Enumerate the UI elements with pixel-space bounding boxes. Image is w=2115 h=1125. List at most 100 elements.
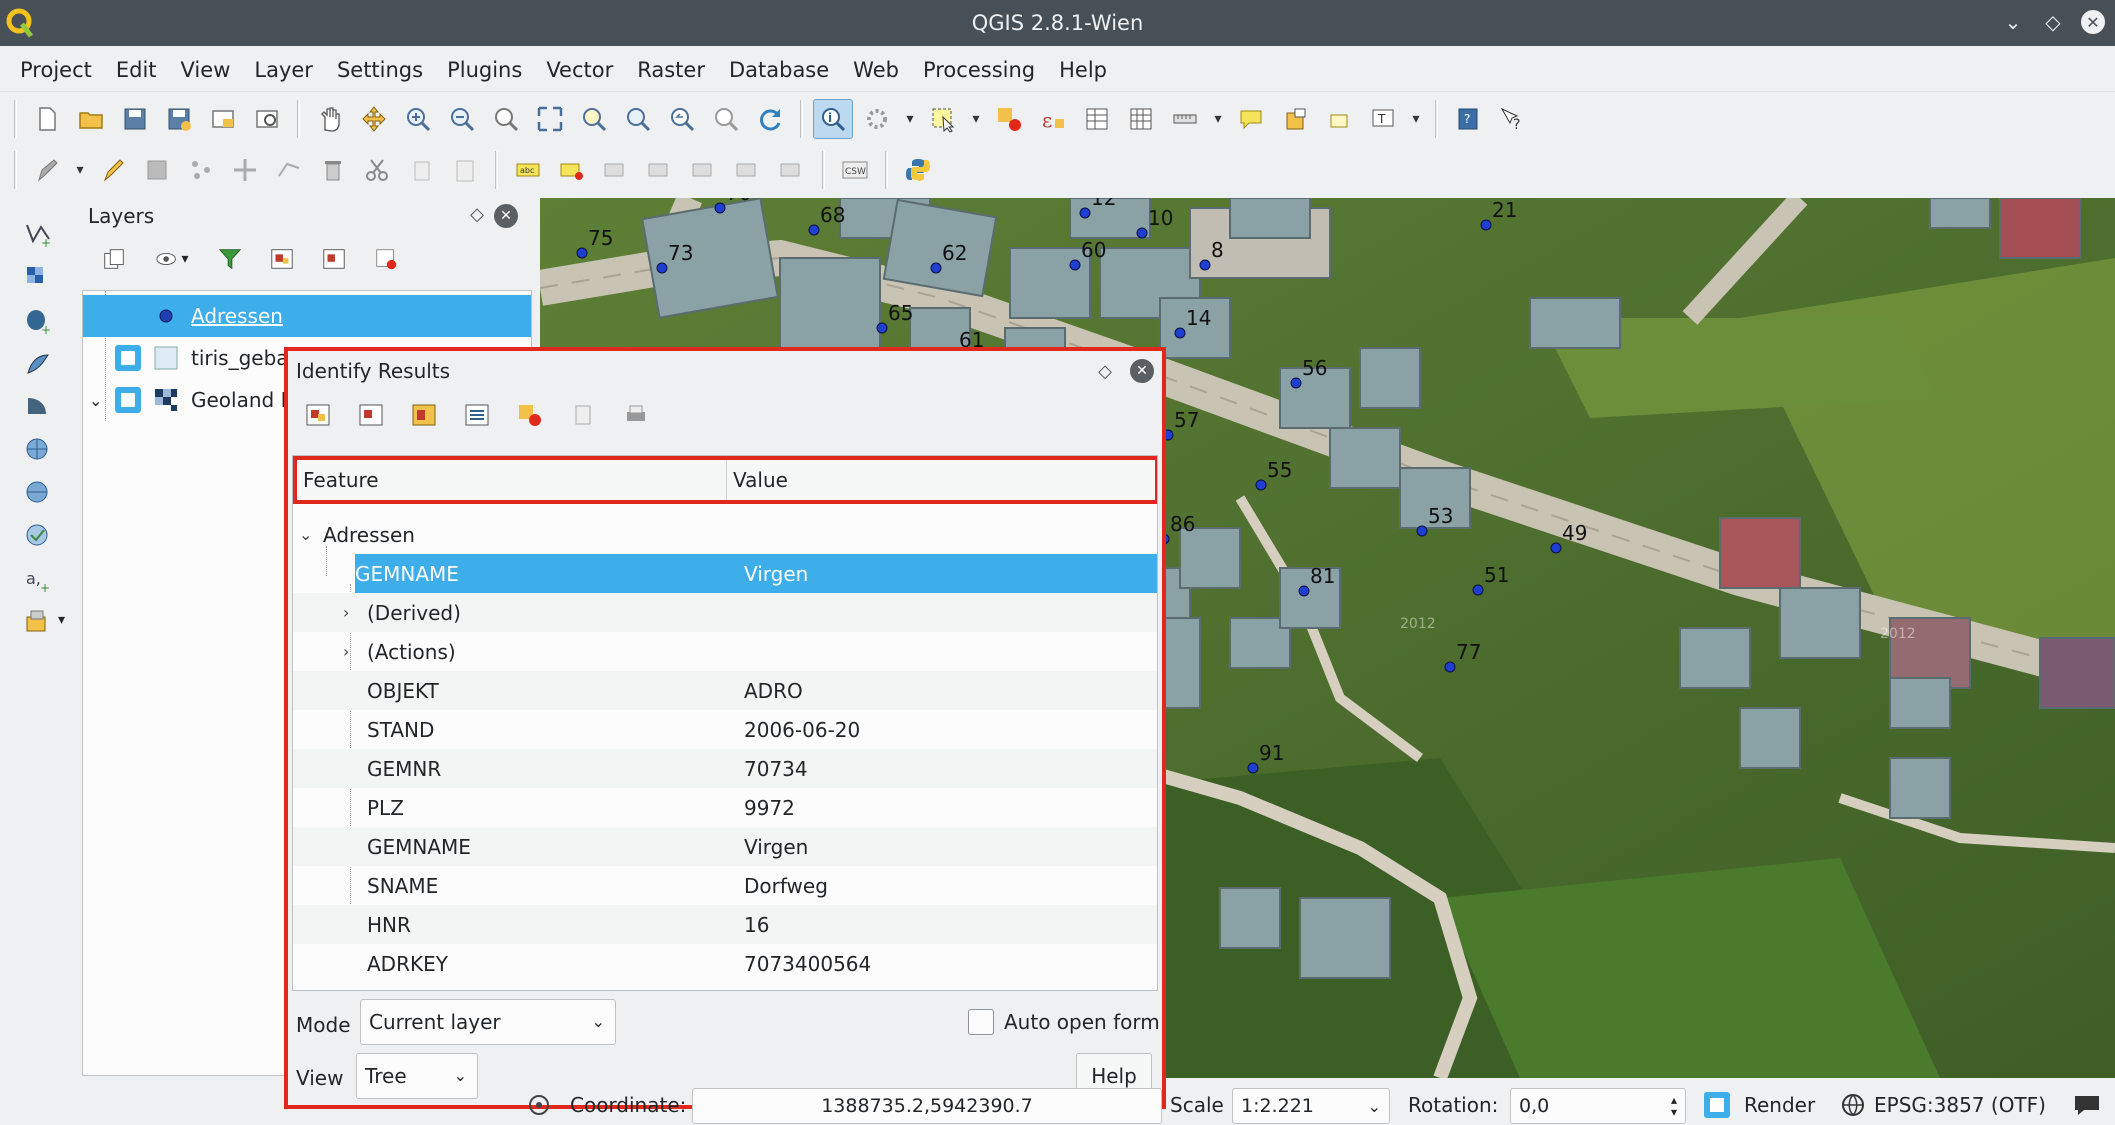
print-icon[interactable] [616,395,656,435]
attribute-row[interactable]: OBJEKT ADRO [293,671,1157,710]
attribute-row[interactable]: ADRKEY 7073400564 [293,944,1157,983]
pin-labels-icon[interactable] [552,150,592,190]
expand-tree-icon[interactable] [298,395,338,435]
annotation-dropdown-icon[interactable]: ▾ [1407,99,1425,139]
remove-layer-icon[interactable] [366,239,406,279]
maximize-icon[interactable]: ◇ [2041,10,2065,34]
rotation-spinbox[interactable]: 0,0 ▴ ▾ [1510,1088,1686,1124]
current-edits-icon[interactable] [27,150,67,190]
deselect-all-icon[interactable] [989,99,1029,139]
menu-settings[interactable]: Settings [325,58,435,82]
address-point[interactable] [1298,585,1310,597]
zoom-full-icon[interactable] [530,99,570,139]
menu-layer[interactable]: Layer [242,58,325,82]
text-annotation-icon[interactable]: T [1363,99,1403,139]
save-as-icon[interactable] [159,99,199,139]
menu-help[interactable]: Help [1047,58,1119,82]
menu-raster[interactable]: Raster [625,58,717,82]
open-project-icon[interactable] [71,99,111,139]
menu-web[interactable]: Web [841,58,911,82]
auto-open-form-checkbox[interactable]: Auto open form [968,1009,1160,1035]
add-postgis-layer-icon[interactable]: + [18,301,58,341]
layer-checkbox[interactable] [115,303,141,329]
paste-features-icon[interactable] [445,150,485,190]
move-label-icon[interactable] [640,150,680,190]
attribute-row[interactable]: HNR 16 [293,905,1157,944]
rotate-label-icon[interactable] [684,150,724,190]
new-print-composer-icon[interactable] [203,99,243,139]
add-wms-layer-icon[interactable] [18,430,58,470]
attribute-row[interactable]: STAND 2006-06-20 [293,710,1157,749]
expand-all-icon[interactable] [262,239,302,279]
attribute-row[interactable]: PLZ 9972 [293,788,1157,827]
coordinate-field[interactable]: 1388735.2,5942390.7 [692,1088,1162,1124]
checkbox-box[interactable] [968,1009,994,1035]
label-properties-icon[interactable] [772,150,812,190]
scale-combobox[interactable]: 1:2.221 ⌄ [1232,1088,1390,1124]
collapse-chevron-icon[interactable]: ⌄ [321,564,339,583]
address-point[interactable] [1480,219,1492,231]
filter-legend-icon[interactable] [210,239,250,279]
layer-item-adressen[interactable]: Adressen [83,295,531,337]
toggle-editing-icon[interactable] [93,150,133,190]
address-point[interactable] [1550,542,1562,554]
float-dialog-icon[interactable]: ◇ [1098,361,1112,382]
address-point[interactable] [1174,327,1186,339]
move-feature-icon[interactable] [225,150,265,190]
address-point[interactable] [576,247,588,259]
address-point[interactable] [1416,525,1428,537]
address-point[interactable] [1247,762,1259,774]
label-tool-icon[interactable]: abc [508,150,548,190]
address-point[interactable] [656,262,668,274]
messages-icon[interactable] [2072,1085,2102,1125]
address-point[interactable] [876,322,888,334]
attribute-row[interactable]: GEMNAME Virgen [293,827,1157,866]
minimize-icon[interactable]: ⌄ [2001,10,2025,34]
copy-feature-icon[interactable] [563,395,603,435]
map-tips-icon[interactable] [1231,99,1271,139]
select-by-expression-icon[interactable]: ε [1033,99,1073,139]
pan-map-icon[interactable] [310,99,350,139]
pan-to-selection-icon[interactable] [354,99,394,139]
new-layer-dropdown-icon[interactable]: ▾ [58,612,65,628]
result-layer-row[interactable]: ⌄ Adressen [293,515,1157,554]
measure-line-icon[interactable] [1165,99,1205,139]
add-raster-layer-icon[interactable] [18,258,58,298]
result-group-actions[interactable]: › (Actions) [293,632,1157,671]
coordinate-toggle-icon[interactable] [526,1085,552,1125]
zoom-actual-size-icon[interactable] [486,99,526,139]
zoom-last-icon[interactable] [662,99,702,139]
address-point[interactable] [1136,227,1148,239]
collapse-all-icon[interactable] [314,239,354,279]
close-window-icon[interactable]: ✕ [2081,10,2105,34]
open-attribute-table-icon[interactable] [1077,99,1117,139]
crs-status[interactable]: EPSG:3857 (OTF) [1840,1085,2046,1125]
mode-select[interactable]: Current layer ⌄ [360,999,616,1045]
save-project-icon[interactable] [115,99,155,139]
python-console-icon[interactable] [898,150,938,190]
menu-vector[interactable]: Vector [534,58,625,82]
add-wfs-layer-icon[interactable] [18,516,58,556]
address-point[interactable] [1290,377,1302,389]
add-delimited-text-icon[interactable]: a, + [18,559,58,599]
delete-selected-icon[interactable] [313,150,353,190]
column-header-feature[interactable]: Feature [297,460,727,500]
attribute-row[interactable]: GEMNR 70734 [293,749,1157,788]
select-features-icon[interactable] [923,99,963,139]
new-layer-icon[interactable] [18,602,58,642]
expand-chevron-icon[interactable]: › [343,603,361,622]
menu-plugins[interactable]: Plugins [435,58,534,82]
new-bookmark-icon[interactable] [1275,99,1315,139]
whats-this-icon[interactable]: ? [1492,99,1532,139]
layer-checkbox[interactable] [115,387,141,413]
address-point[interactable] [1199,259,1211,271]
zoom-in-icon[interactable] [398,99,438,139]
edits-dropdown-icon[interactable]: ▾ [71,150,89,190]
action-dropdown-icon[interactable]: ▾ [901,99,919,139]
expand-chevron-icon[interactable]: ⌄ [83,391,115,410]
result-group-derived[interactable]: › (Derived) [293,593,1157,632]
menu-database[interactable]: Database [717,58,841,82]
zoom-out-icon[interactable] [442,99,482,139]
composer-manager-icon[interactable] [247,99,287,139]
node-tool-icon[interactable] [269,150,309,190]
